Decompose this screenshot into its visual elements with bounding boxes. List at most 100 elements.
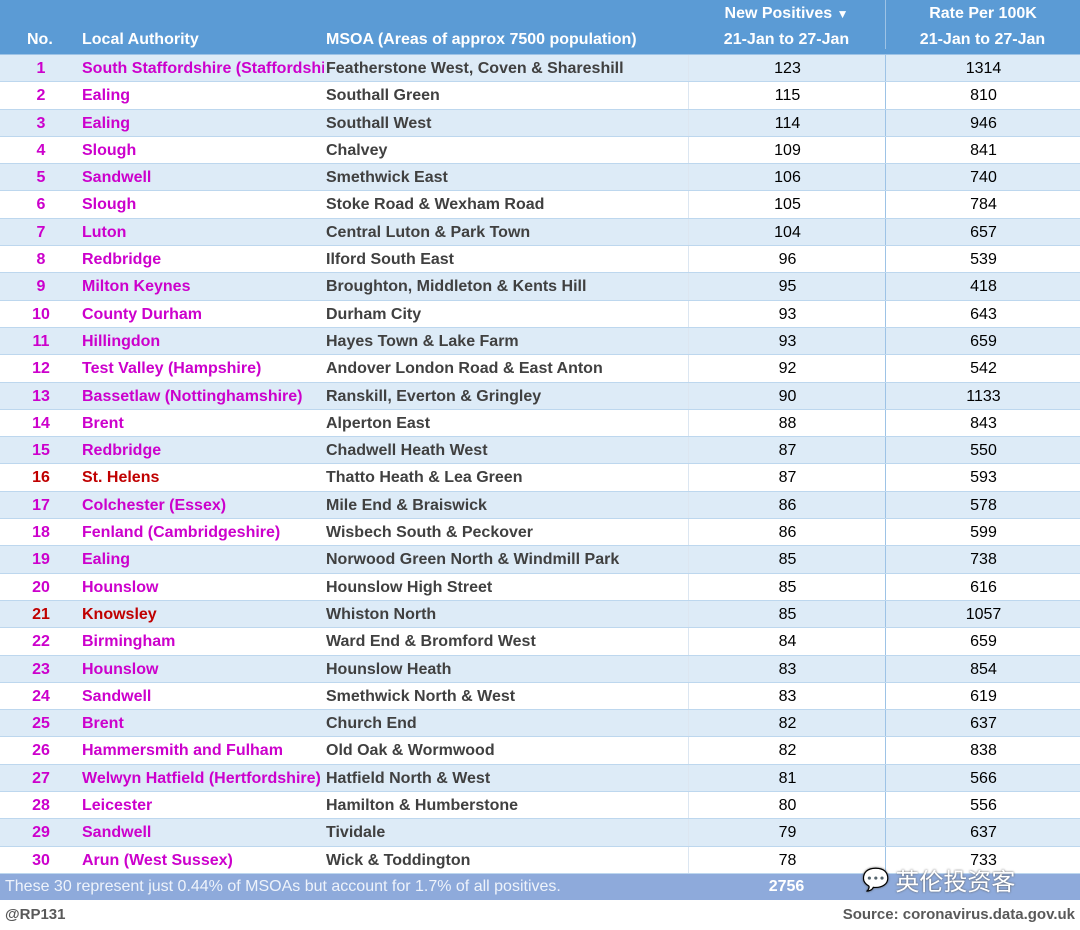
local-authority: Slough — [82, 196, 137, 214]
table-row: 19 Ealing Norwood Green North & Windmill P… — [0, 546, 1080, 574]
table-row: 2 Ealing Southall Green 115 810 — [0, 82, 1080, 110]
rate-per-100k: 838 — [885, 737, 1080, 764]
new-positives: 95 — [688, 273, 886, 300]
table-row: 10 County Durham Durham City 93 643 — [0, 300, 1080, 328]
new-positives: 90 — [688, 382, 886, 409]
sort-down-icon[interactable]: ▼ — [837, 7, 849, 21]
rate-per-100k: 418 — [885, 273, 1080, 300]
table-row: 21 Knowsley Whiston North 85 1057 — [0, 600, 1080, 629]
wechat-icon: 💬 — [862, 866, 890, 892]
author-handle: @RP131 — [5, 905, 66, 923]
new-positives: 82 — [688, 737, 886, 764]
local-authority: Bassetlaw (Nottinghamshire) — [82, 387, 303, 405]
local-authority: Test Valley (Hampshire) — [82, 360, 262, 378]
table-row: 7 Luton Central Luton & Park Town 104 657 — [0, 218, 1080, 247]
new-positives: 96 — [688, 246, 886, 273]
local-authority: Fenland (Cambridgeshire) — [82, 524, 281, 542]
table-row: 29 Sandwell Tividale 79 637 — [0, 819, 1080, 847]
rate-per-100k: 841 — [885, 136, 1080, 164]
new-positives: 79 — [688, 819, 886, 846]
header-new-positives[interactable]: New Positives ▼ — [688, 5, 885, 23]
local-authority: Leicester — [82, 797, 153, 815]
table-row: 14 Brent Alperton East 88 843 — [0, 409, 1080, 438]
table-row: 24 Sandwell Smethwick North & West 83 619 — [0, 682, 1080, 711]
new-positives: 84 — [688, 628, 886, 655]
new-positives: 86 — [688, 519, 886, 546]
header-new-positives-period: 21-Jan to 27-Jan — [723, 31, 850, 48]
msoa-name: Chalvey — [326, 141, 388, 159]
msoa-name: Hounslow High Street — [326, 578, 493, 596]
local-authority: Brent — [82, 414, 124, 432]
row-number: 22 — [32, 633, 50, 651]
row-number: 1 — [36, 60, 46, 77]
row-number: 3 — [36, 114, 46, 132]
rate-per-100k: 539 — [885, 246, 1080, 273]
row-number: 18 — [32, 524, 50, 542]
table-row: 4 Slough Chalvey 109 841 — [0, 136, 1080, 165]
table-row: 6 Slough Stoke Road & Wexham Road 105 784 — [0, 191, 1080, 219]
table-row: 27 Welwyn Hatfield (Hertfordshire) Hatfiel… — [0, 764, 1080, 793]
row-number: 11 — [32, 332, 50, 350]
new-positives: 87 — [688, 437, 886, 464]
rate-per-100k: 1133 — [885, 382, 1080, 409]
local-authority: Redbridge — [82, 251, 162, 269]
new-positives: 83 — [688, 655, 886, 682]
local-authority: Welwyn Hatfield (Hertfordshire) — [82, 769, 321, 787]
rate-per-100k: 616 — [885, 573, 1080, 600]
row-number: 28 — [32, 797, 50, 815]
rate-per-100k: 542 — [885, 355, 1080, 382]
new-positives: 83 — [688, 682, 886, 710]
header-no: No. — [27, 31, 53, 48]
table-row: 11 Hillingdon Hayes Town & Lake Farm 93 659 — [0, 327, 1080, 356]
table-row: 3 Ealing Southall West 114 946 — [0, 109, 1080, 137]
row-number: 25 — [32, 715, 50, 733]
rate-per-100k: 619 — [885, 682, 1080, 710]
row-number: 15 — [32, 442, 50, 460]
row-number: 14 — [32, 414, 50, 432]
rate-per-100k: 657 — [885, 218, 1080, 246]
row-number: 5 — [36, 169, 46, 187]
table-row: 26 Hammersmith and Fulham Old Oak & Wormwo… — [0, 737, 1080, 765]
local-authority: Arun (West Sussex) — [82, 851, 233, 869]
rate-per-100k: 566 — [885, 764, 1080, 792]
new-positives: 80 — [688, 792, 886, 819]
row-number: 10 — [32, 305, 50, 323]
msoa-name: Southall Green — [326, 87, 440, 105]
rate-per-100k: 550 — [885, 437, 1080, 464]
row-number: 23 — [32, 660, 50, 678]
watermark: 💬 英伦投资客 — [862, 862, 1015, 897]
msoa-name: Wisbech South & Peckover — [326, 524, 534, 542]
rate-per-100k: 843 — [885, 409, 1080, 437]
row-number: 26 — [32, 742, 50, 760]
msoa-name: Ilford South East — [326, 251, 454, 269]
row-number: 20 — [32, 578, 50, 596]
rate-per-100k: 784 — [885, 191, 1080, 218]
msoa-name: Whiston North — [326, 605, 437, 623]
local-authority: South Staffordshire (Staffordshire) — [82, 60, 324, 77]
rate-per-100k: 659 — [885, 327, 1080, 355]
new-positives: 82 — [688, 710, 886, 737]
header-rate-period: 21-Jan to 27-Jan — [919, 31, 1046, 48]
row-number: 17 — [32, 496, 50, 514]
msoa-name: Southall West — [326, 114, 432, 132]
new-positives: 92 — [688, 355, 886, 382]
table-row: 20 Hounslow Hounslow High Street 85 616 — [0, 573, 1080, 601]
new-positives: 93 — [688, 300, 886, 327]
rate-per-100k: 1314 — [885, 55, 1080, 82]
local-authority: Hammersmith and Fulham — [82, 742, 283, 760]
new-positives: 109 — [688, 136, 886, 164]
summary-total: 2756 — [768, 877, 805, 895]
row-number: 8 — [36, 251, 46, 269]
source-credit: Source: coronavirus.data.gov.uk — [842, 905, 1075, 923]
rate-per-100k: 556 — [885, 792, 1080, 819]
msoa-name: Ranskill, Everton & Gringley — [326, 387, 542, 405]
rate-per-100k: 810 — [885, 82, 1080, 109]
table-row: 12 Test Valley (Hampshire) Andover London … — [0, 355, 1080, 383]
new-positives: 88 — [688, 409, 886, 437]
row-number: 21 — [32, 605, 50, 623]
msoa-name: Smethwick East — [326, 169, 448, 187]
msoa-name: Hatfield North & West — [326, 769, 491, 787]
rate-per-100k: 578 — [885, 491, 1080, 519]
local-authority: Ealing — [82, 114, 131, 132]
credits: @RP131 Source: coronavirus.data.gov.uk — [0, 900, 1080, 930]
